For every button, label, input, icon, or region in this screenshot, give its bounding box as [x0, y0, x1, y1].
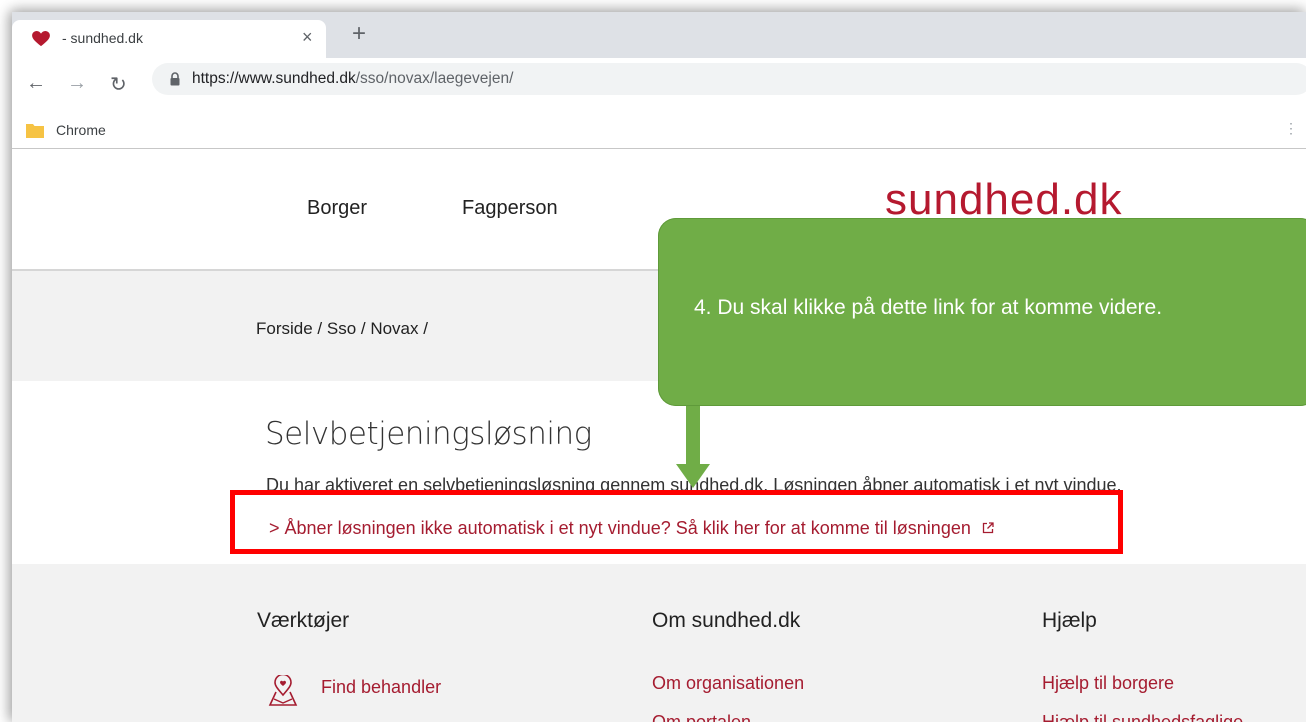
url-host: https://www.sundhed.dk	[192, 70, 356, 87]
callout-text: 4. Du skal klikke på dette link for at k…	[694, 296, 1163, 319]
bookmark-chrome[interactable]: Chrome	[56, 122, 106, 138]
lock-icon	[170, 72, 180, 86]
footer-link-portal[interactable]: Om portalen	[652, 712, 751, 722]
folder-icon	[26, 124, 44, 138]
page-title: Selvbetjeningsløsning	[265, 416, 592, 452]
tab-strip: - sundhed.dk × +	[12, 12, 1306, 58]
breadcrumb[interactable]: Forside / Sso / Novax /	[256, 319, 428, 339]
forward-icon[interactable]: →	[67, 72, 87, 95]
site-footer: Værktøjer Find behandler Om sundhed.dk O…	[12, 564, 1306, 722]
footer-heading-help: Hjælp	[1042, 609, 1097, 632]
bookmarks-overflow-icon[interactable]: ⋮	[1284, 120, 1298, 137]
footer-heading-about: Om sundhed.dk	[652, 609, 801, 632]
callout-arrow-shaft	[686, 406, 700, 464]
heart-icon	[32, 31, 50, 47]
tab-title: - sundhed.dk	[62, 30, 143, 46]
footer-link-help-citizens[interactable]: Hjælp til borgere	[1042, 673, 1174, 694]
link-highlight-box	[230, 490, 1123, 554]
back-icon[interactable]: ←	[26, 72, 46, 95]
browser-window: - sundhed.dk × + ← → ↻ https://www.sundh…	[12, 12, 1306, 722]
bookmarks-bar: Chrome ⋮	[12, 116, 1306, 149]
new-tab-button[interactable]: +	[352, 22, 366, 46]
nav-fagperson[interactable]: Fagperson	[462, 197, 558, 220]
footer-link-find-behandler[interactable]: Find behandler	[321, 677, 441, 698]
footer-link-help-professionals[interactable]: Hjælp til sundhedsfaglige	[1042, 712, 1243, 722]
instruction-callout: 4. Du skal klikke på dette link for at k…	[658, 218, 1306, 406]
close-tab-icon[interactable]: ×	[302, 27, 313, 48]
browser-tab[interactable]: - sundhed.dk ×	[12, 20, 326, 58]
footer-link-organisation[interactable]: Om organisationen	[652, 673, 804, 694]
map-pin-heart-icon	[268, 675, 298, 706]
nav-borger[interactable]: Borger	[307, 197, 367, 220]
footer-heading-tools: Værktøjer	[257, 609, 350, 632]
reload-icon[interactable]: ↻	[110, 72, 127, 97]
url-path: /sso/novax/laegevejen/	[355, 70, 514, 87]
url-text: https://www.sundhed.dk/sso/novax/laegeve…	[192, 70, 513, 88]
down-arrow-icon	[676, 464, 710, 488]
address-bar[interactable]: https://www.sundhed.dk/sso/novax/laegeve…	[152, 63, 1306, 95]
browser-toolbar: ← → ↻ https://www.sundhed.dk/sso/novax/l…	[12, 58, 1306, 116]
